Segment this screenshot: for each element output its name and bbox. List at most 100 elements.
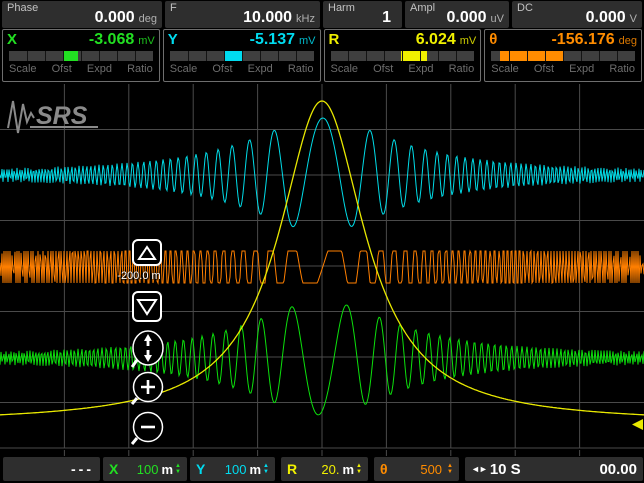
zoom-in-button[interactable] <box>131 371 165 405</box>
zoom-out-button[interactable] <box>131 411 165 445</box>
vertical-pan-button[interactable] <box>131 330 165 368</box>
srs-logo: SRS <box>8 101 98 133</box>
harmonic-value: 1 <box>382 10 391 26</box>
channel-r-scale-button[interactable]: Scale <box>331 63 359 76</box>
marker-readout[interactable]: --- <box>3 457 100 481</box>
y-scale-updown-icon[interactable]: ▲▼ <box>263 463 269 475</box>
pan-arrows-icon <box>131 330 165 368</box>
up-triangle-icon <box>137 245 157 261</box>
channel-x-meter <box>9 51 153 61</box>
amplitude-readout[interactable]: Ampl 0.000 uV <box>405 1 509 28</box>
horizontal-arrows-icon: ◄► <box>471 464 487 474</box>
channel-x-letter: X <box>7 31 17 48</box>
dc-readout[interactable]: DC 0.000 V <box>512 1 642 28</box>
phase-unit: deg <box>139 13 157 26</box>
right-edge-marker[interactable] <box>632 419 643 430</box>
channel-theta[interactable]: θ -156.176 deg Scale Ofst Expd Ratio <box>484 29 642 82</box>
meter-tick <box>224 51 225 61</box>
dc-value: 0.000 <box>586 10 626 26</box>
channel-x[interactable]: X -3.068 mV Scale Ofst Expd Ratio <box>2 29 160 82</box>
frequency-readout[interactable]: F 10.000 kHz <box>165 1 320 28</box>
channel-y-ratio-button[interactable]: Ratio <box>288 63 314 76</box>
channel-y-letter: Y <box>168 31 178 48</box>
channel-theta-value: -156.176 <box>551 31 614 48</box>
dc-label: DC <box>517 3 533 14</box>
theta-scale-letter: θ <box>380 461 388 477</box>
meter-tick <box>278 51 279 61</box>
channel-theta-expd-button[interactable]: Expd <box>569 63 594 76</box>
meter-tick <box>99 51 100 61</box>
meter-tick <box>599 51 600 61</box>
channel-y[interactable]: Y -5.137 mV Scale Ofst Expd Ratio <box>163 29 321 82</box>
phase-value: 0.000 <box>95 10 135 26</box>
meter-tick <box>456 51 457 61</box>
channel-theta-ofst-button[interactable]: Ofst <box>534 63 554 76</box>
r-scale-letter: R <box>287 461 297 477</box>
channel-y-expd-button[interactable]: Expd <box>248 63 273 76</box>
amplitude-label: Ampl <box>410 3 435 14</box>
time-scale-box[interactable]: ◄► 10 S 00.00 <box>465 457 643 481</box>
channel-x-scale-button[interactable]: Scale <box>9 63 37 76</box>
frequency-unit: kHz <box>296 13 315 26</box>
channel-r-ratio-button[interactable]: Ratio <box>449 63 475 76</box>
meter-tick <box>206 51 207 61</box>
phase-readout[interactable]: Phase 0.000 deg <box>2 1 162 28</box>
channel-y-unit: mV <box>299 35 316 47</box>
meter-tick <box>420 51 421 61</box>
channel-r-ofst-button[interactable]: Ofst <box>373 63 393 76</box>
x-scale-letter: X <box>109 461 118 477</box>
meter-tick <box>296 51 297 61</box>
meter-tick <box>527 51 528 61</box>
y-scale-letter: Y <box>196 461 205 477</box>
offset-up-button[interactable] <box>132 239 162 266</box>
amplitude-value: 0.000 <box>446 10 486 26</box>
channel-r-expd-button[interactable]: Expd <box>408 63 433 76</box>
meter-tick <box>27 51 28 61</box>
theta-scale-box[interactable]: θ 500 ▲▼ <box>374 457 459 481</box>
channel-x-expd-button[interactable]: Expd <box>87 63 112 76</box>
channel-theta-meter <box>491 51 635 61</box>
channel-r-meter-segment <box>401 51 427 61</box>
x-scale-box[interactable]: X 100 m ▲▼ <box>103 457 187 481</box>
marker-readout-text: --- <box>71 461 94 477</box>
frequency-value: 10.000 <box>243 10 292 26</box>
channel-y-ofst-button[interactable]: Ofst <box>212 63 232 76</box>
channel-y-meter <box>170 51 314 61</box>
channel-y-scale-button[interactable]: Scale <box>170 63 198 76</box>
meter-tick <box>135 51 136 61</box>
r-scale-box[interactable]: R 20. m ▲▼ <box>281 457 368 481</box>
r-scale-updown-icon[interactable]: ▲▼ <box>356 463 362 475</box>
channel-strip: X -3.068 mV Scale Ofst Expd Ratio Y -5.1… <box>0 29 644 82</box>
meter-tick <box>81 51 82 61</box>
channel-r-letter: R <box>329 31 340 48</box>
meter-tick <box>117 51 118 61</box>
meter-tick <box>581 51 582 61</box>
channel-r[interactable]: R 6.024 mV Scale Ofst Expd Ratio <box>324 29 482 82</box>
svg-text:SRS: SRS <box>36 102 88 130</box>
channel-theta-ratio-button[interactable]: Ratio <box>609 63 635 76</box>
y-scale-value: 100 <box>225 462 247 477</box>
harmonic-readout[interactable]: Harm 1 <box>323 1 402 28</box>
channel-x-unit: mV <box>138 35 155 47</box>
meter-tick <box>545 51 546 61</box>
channel-r-unit: mV <box>460 35 477 47</box>
time-scale-value: 10 S <box>490 461 521 478</box>
lockin-screen: SRS Phase 0.000 deg F 10.000 kHz Harm 1 … <box>0 0 644 483</box>
phase-label: Phase <box>7 3 38 14</box>
x-scale-unit: m <box>161 462 173 477</box>
channel-theta-scale-button[interactable]: Scale <box>491 63 519 76</box>
theta-scale-updown-icon[interactable]: ▲▼ <box>447 463 453 475</box>
meter-tick <box>563 51 564 61</box>
offset-down-button[interactable] <box>132 291 162 322</box>
channel-x-ofst-button[interactable]: Ofst <box>52 63 72 76</box>
channel-theta-unit: deg <box>619 35 637 47</box>
meter-tick <box>509 51 510 61</box>
channel-y-value: -5.137 <box>250 31 295 48</box>
offset-value-label: -200.0 m <box>106 270 172 282</box>
channel-x-ratio-button[interactable]: Ratio <box>127 63 153 76</box>
r-scale-value: 20. <box>321 462 339 477</box>
x-scale-updown-icon[interactable]: ▲▼ <box>175 463 181 475</box>
channel-x-meter-segment <box>64 51 78 61</box>
meter-tick <box>384 51 385 61</box>
y-scale-box[interactable]: Y 100 m ▲▼ <box>190 457 275 481</box>
